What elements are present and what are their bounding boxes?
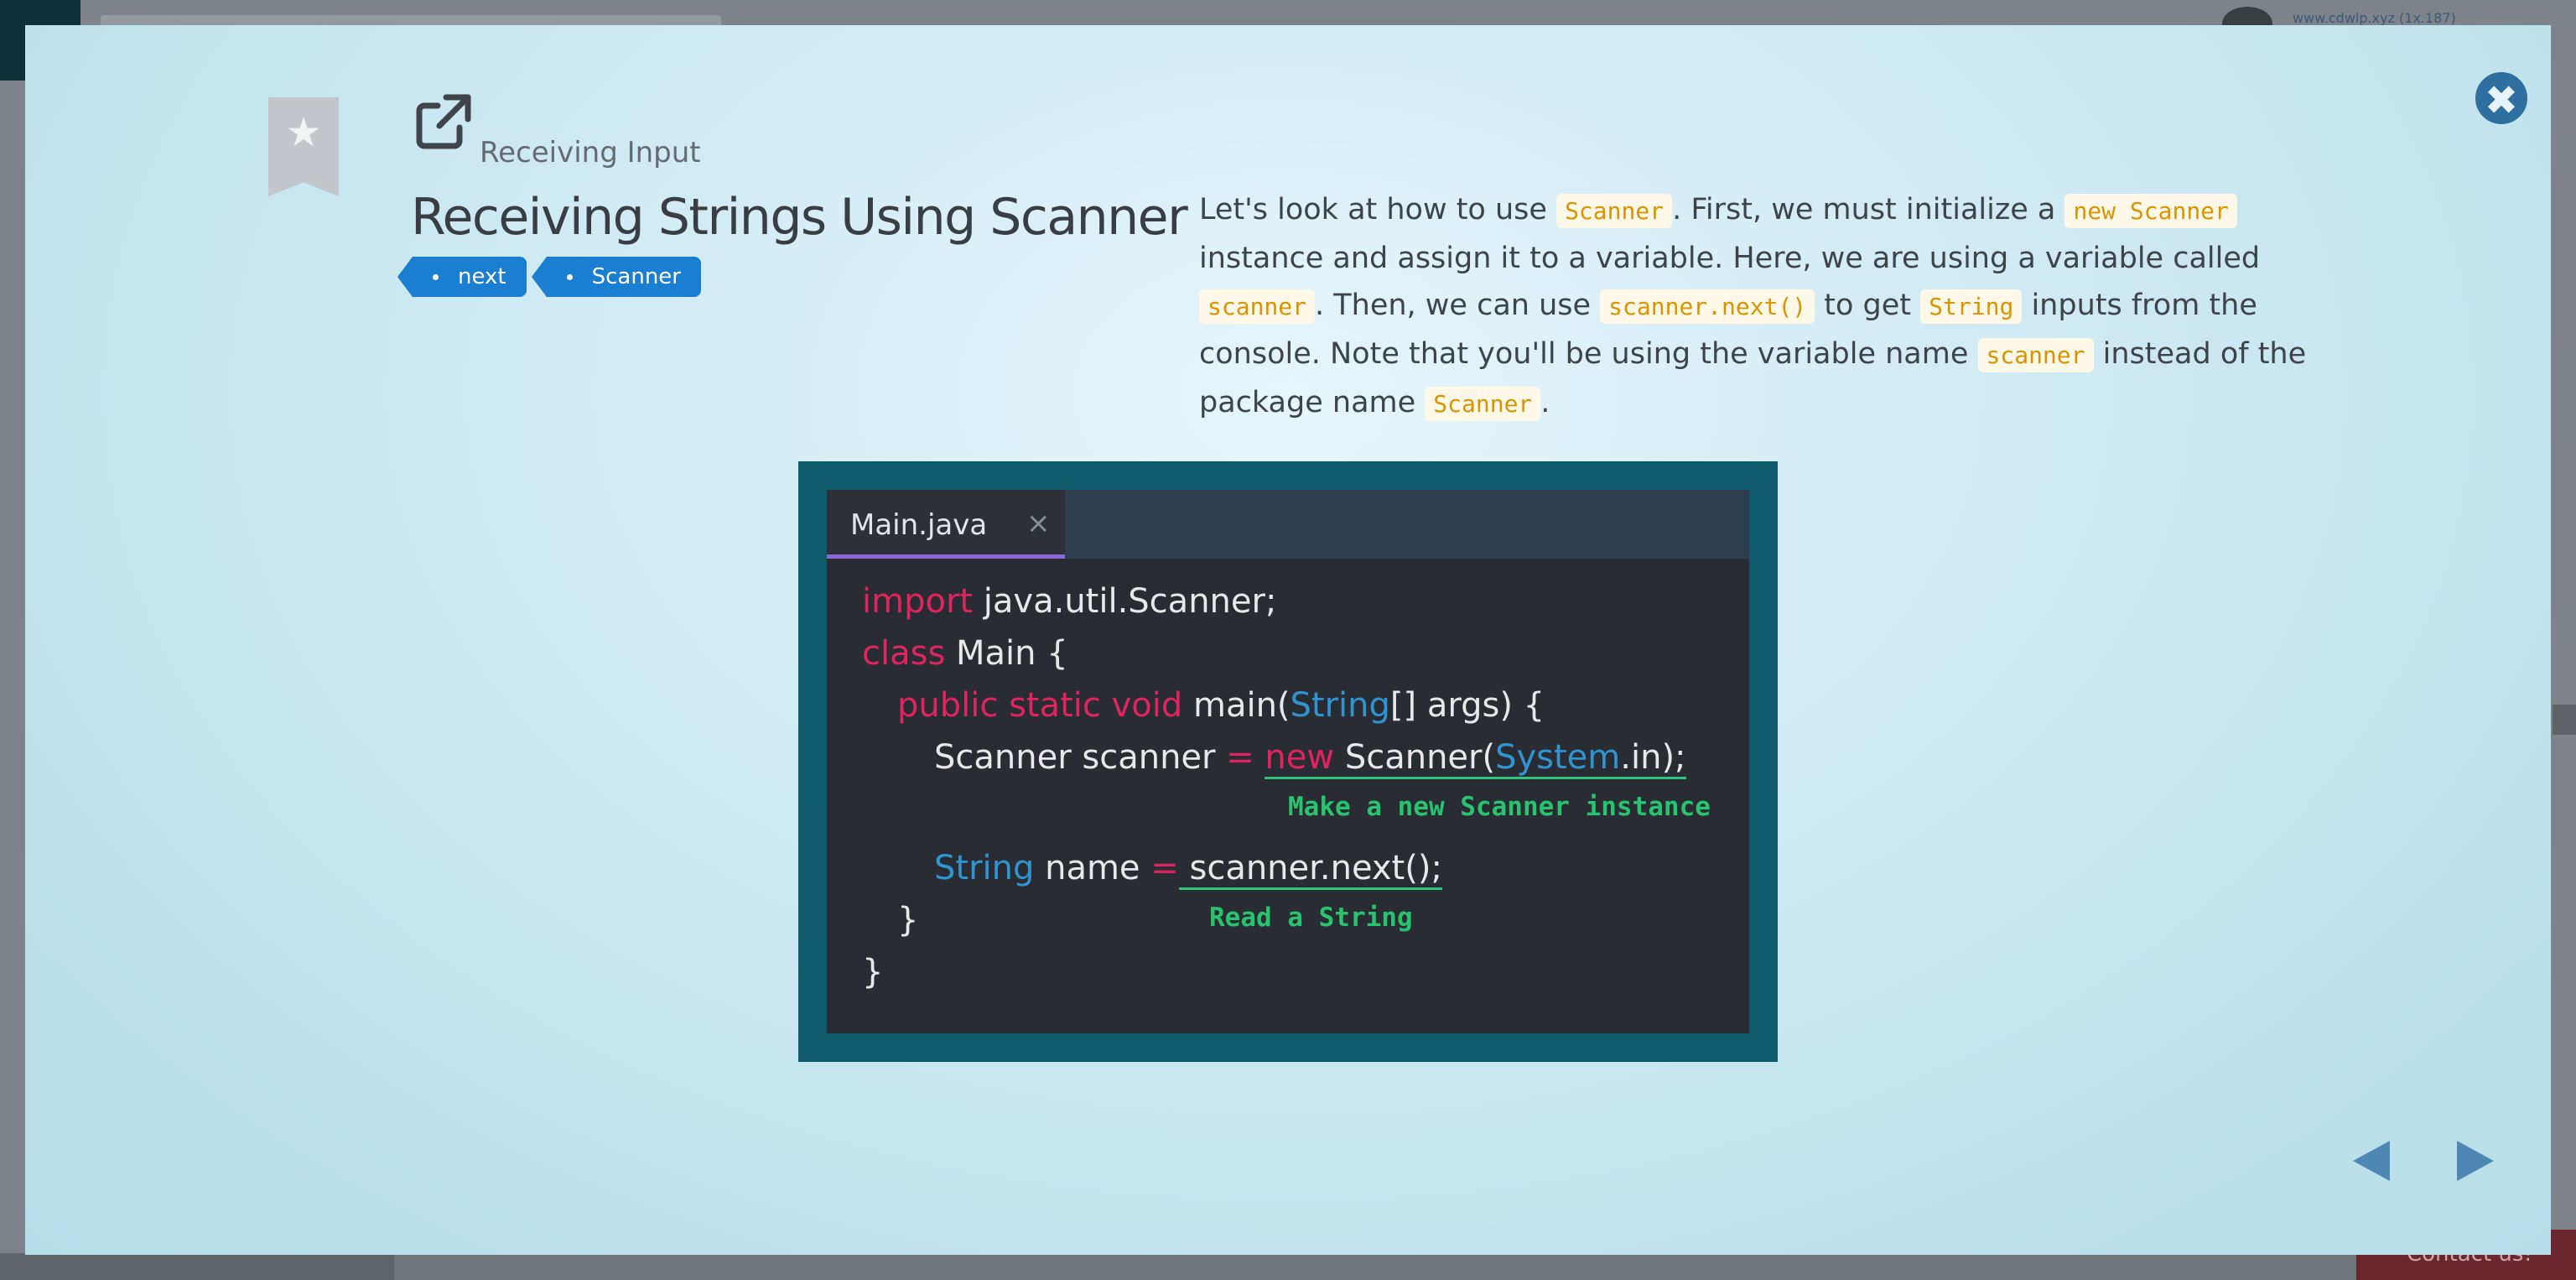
file-tab-main-java: Main.java × <box>827 490 1065 559</box>
inline-code: new Scanner <box>2064 194 2237 228</box>
code-text: .in); <box>1620 738 1686 777</box>
desc-text: . Then, we can use <box>1315 289 1601 322</box>
desc-text: . First, we must initialize a <box>1672 193 2065 226</box>
type-name: System <box>1495 738 1621 777</box>
keyword: new <box>1265 738 1335 777</box>
desc-text: instance and assign it to a variable. He… <box>1199 242 2261 275</box>
star-icon: ★ <box>285 109 322 156</box>
desc-text: . <box>1540 386 1550 419</box>
desc-text: to get <box>1815 289 1921 322</box>
operator: = <box>1150 849 1179 887</box>
underlined-expression: new Scanner(System.in); <box>1265 738 1686 779</box>
type-name: String <box>934 849 1035 887</box>
background-scrollbar <box>2553 705 2576 735</box>
desc-text: Let's look at how to use <box>1199 193 1557 226</box>
bookmark-button[interactable]: ★ <box>268 97 339 196</box>
code-line: String name = scanner.next(); <box>934 849 1442 890</box>
code-illustration: Main.java × import java.util.Scanner; cl… <box>798 461 1778 1062</box>
code-line: class Main { <box>862 634 1068 673</box>
keyword: public static void <box>897 686 1183 725</box>
inline-code: Scanner <box>1425 387 1541 421</box>
lesson-modal: ✖ ★ Receiving Input Receiving Strings Us… <box>25 25 2551 1255</box>
previous-arrow-icon[interactable] <box>2353 1141 2390 1181</box>
inline-code: Scanner <box>1556 194 1673 228</box>
code-line: public static void main(String[] args) { <box>897 686 1545 725</box>
page-title: Receiving Strings Using Scanner <box>411 188 1188 247</box>
code-text: [] args) { <box>1389 686 1545 725</box>
code-line: } <box>897 901 919 939</box>
code-text: Main { <box>945 634 1068 673</box>
operator: = <box>1226 738 1254 777</box>
external-link-icon[interactable] <box>413 92 473 153</box>
annotation-new-scanner: Make a new Scanner instance <box>1288 792 1711 822</box>
type-name: String <box>1290 686 1390 725</box>
inline-code: String <box>1920 289 2023 324</box>
tag-scanner[interactable]: Scanner <box>531 257 701 297</box>
annotation-read-string: Read a String <box>1209 903 1413 933</box>
code-text: main( <box>1182 686 1291 725</box>
close-icon[interactable]: ✖ <box>2475 72 2527 124</box>
lesson-description: Let's look at how to use Scanner. First,… <box>1199 186 2323 428</box>
underlined-expression: scanner.next(); <box>1178 849 1442 890</box>
tag-next[interactable]: next <box>397 257 527 297</box>
code-editor: Main.java × import java.util.Scanner; cl… <box>827 490 1749 1033</box>
code-text: Scanner( <box>1334 738 1496 777</box>
code-line: Scanner scanner = new Scanner(System.in)… <box>934 738 1686 779</box>
code-text: java.util.Scanner; <box>973 582 1277 621</box>
close-tab-icon: × <box>1026 507 1051 540</box>
tag-list: next Scanner <box>397 257 701 297</box>
keyword: class <box>862 634 946 673</box>
file-tab-label: Main.java <box>850 508 988 542</box>
keyword: import <box>862 582 974 621</box>
inline-code: scanner <box>1199 289 1316 324</box>
code-text: name <box>1034 849 1151 887</box>
next-arrow-icon[interactable] <box>2457 1141 2494 1181</box>
code-line: import java.util.Scanner; <box>862 582 1276 621</box>
section-title: Receiving Input <box>480 136 701 169</box>
editor-tab-bar: Main.java × <box>827 490 1749 559</box>
background-bottom-scrollbar <box>0 1253 394 1280</box>
inline-code: scanner.next() <box>1600 289 1815 324</box>
code-text: Scanner scanner <box>934 738 1227 777</box>
inline-code: scanner <box>1977 338 2094 372</box>
background-url-text: www.cdwlp.xyz (1x.187) <box>2293 10 2456 26</box>
code-line: } <box>862 953 884 991</box>
